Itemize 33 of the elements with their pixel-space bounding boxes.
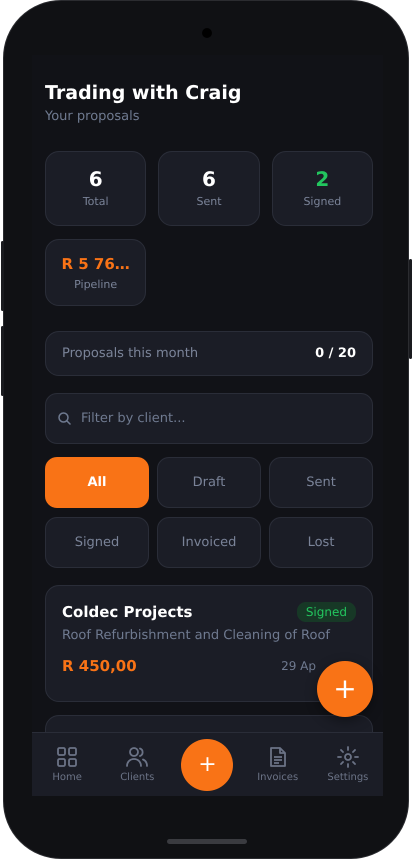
quota-label: Proposals this month — [62, 346, 198, 361]
stat-label: Pipeline — [74, 278, 118, 292]
page-subtitle: Your proposals — [45, 108, 140, 126]
stat-value: 6 — [88, 168, 103, 190]
nav-tab[interactable]: Home — [52, 746, 82, 783]
stat-label: Signed — [303, 195, 342, 209]
nav-tab[interactable]: Invoices — [257, 746, 298, 783]
filter-tab[interactable]: All — [45, 457, 149, 508]
proposal-amount: R 450,00 — [62, 657, 137, 675]
filter-tab[interactable]: Lost — [269, 517, 373, 568]
status-badge: Signed — [296, 602, 356, 622]
page-title: Trading with Craig — [45, 81, 242, 105]
stat-value: 6 — [202, 168, 216, 190]
filter-tab[interactable]: Sent — [269, 457, 373, 508]
search-field[interactable]: Filter by client... — [45, 393, 373, 444]
proposal-description: Roof Refurbishment and Cleaning of Roof — [62, 628, 332, 643]
stat-label: Sent — [196, 195, 222, 209]
stat-value: R 5 76… — [62, 254, 130, 275]
nav-tab[interactable]: Clients — [120, 746, 154, 783]
document-icon — [268, 746, 288, 768]
proposal-date: 29 Ap — [281, 659, 316, 673]
users-icon — [125, 746, 150, 768]
nav-tab[interactable]: Settings — [327, 746, 368, 783]
home-icon — [56, 746, 78, 768]
settings-icon — [336, 746, 359, 768]
filter-tab[interactable]: Invoiced — [157, 517, 261, 568]
stat-label: Total — [82, 195, 109, 209]
stat-value: 2 — [315, 168, 330, 190]
filter-tab[interactable]: Draft — [157, 457, 261, 508]
quota-value: 0 / 20 — [315, 346, 356, 361]
filter-tab[interactable]: Signed — [45, 517, 149, 568]
add-button[interactable]: + — [181, 738, 234, 790]
client-name: Coldec Projects — [62, 602, 192, 623]
